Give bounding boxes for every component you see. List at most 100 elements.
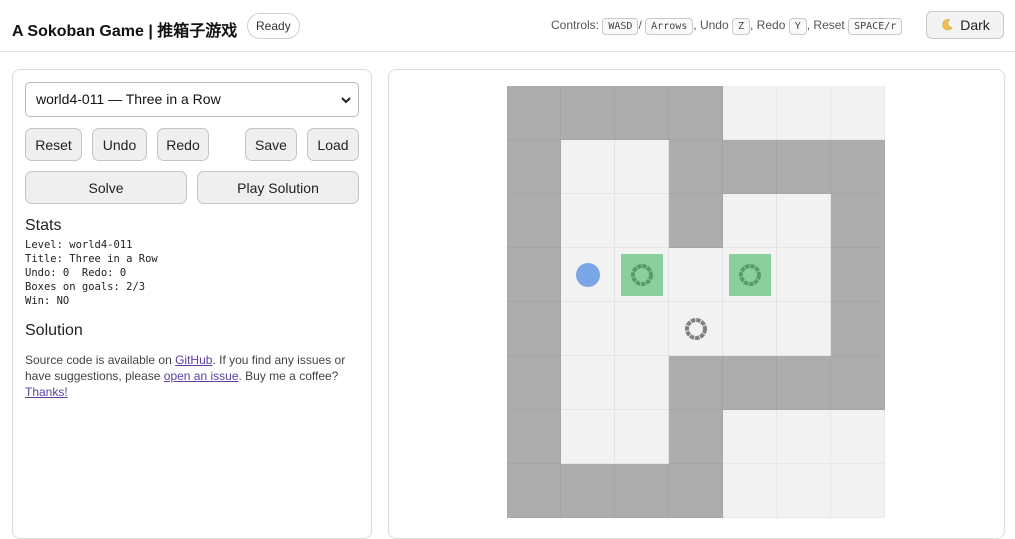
open-issue-link[interactable]: open an issue xyxy=(164,369,239,383)
controls-label: Controls: xyxy=(551,18,600,32)
floor-cell xyxy=(615,140,669,194)
wall-cell xyxy=(669,86,723,140)
outside-cell xyxy=(777,410,831,464)
wall-cell xyxy=(669,356,723,410)
outside-cell xyxy=(777,464,831,518)
wall-cell xyxy=(723,356,777,410)
load-button[interactable]: Load xyxy=(307,128,359,161)
undo-button[interactable]: Undo xyxy=(92,128,147,161)
wall-cell xyxy=(615,86,669,140)
outside-cell xyxy=(723,86,777,140)
goal-ring-icon xyxy=(631,264,653,286)
floor-cell xyxy=(561,194,615,248)
key-reset: SPACE/r xyxy=(848,18,903,35)
stats-line: Level: world4-011 xyxy=(25,239,133,251)
outside-cell xyxy=(831,464,885,518)
key-redo: Y xyxy=(788,18,807,35)
wall-cell xyxy=(561,464,615,518)
key-wasd: WASD xyxy=(602,18,639,35)
level-select[interactable]: world4-011 — Three in a Row xyxy=(25,82,359,117)
redo-button[interactable]: Redo xyxy=(157,128,209,161)
github-link[interactable]: GitHub xyxy=(175,353,212,367)
floor-cell xyxy=(561,410,615,464)
stats-line: Boxes on goals: 2/3 xyxy=(25,281,146,293)
key-undo: Z xyxy=(731,18,751,35)
floor-cell xyxy=(723,248,777,302)
wall-cell xyxy=(831,302,885,356)
floor-cell xyxy=(723,194,777,248)
floor-cell xyxy=(777,194,831,248)
app-header: A Sokoban Game | 推箱子游戏 Ready Controls: W… xyxy=(0,0,1015,52)
wall-cell xyxy=(507,464,561,518)
floor-cell xyxy=(615,410,669,464)
control-panel: world4-011 — Three in a Row Reset Undo R… xyxy=(12,69,372,539)
theme-button-label: Dark xyxy=(960,17,990,33)
board-panel xyxy=(388,69,1005,539)
wall-cell xyxy=(831,194,885,248)
reset-button[interactable]: Reset xyxy=(25,128,82,161)
floor-cell xyxy=(669,248,723,302)
about-text: Source code is available on GitHub. If y… xyxy=(25,352,355,400)
app-title: A Sokoban Game | 推箱子游戏 xyxy=(12,23,238,40)
wall-cell xyxy=(507,410,561,464)
goal-ring-icon xyxy=(685,318,707,340)
wall-cell xyxy=(723,140,777,194)
floor-cell xyxy=(615,194,669,248)
outside-cell xyxy=(723,464,777,518)
wall-cell xyxy=(507,248,561,302)
key-arrows: Arrows xyxy=(645,18,694,35)
wall-cell xyxy=(831,356,885,410)
undo-hint-label: , Undo xyxy=(693,18,729,32)
outside-cell xyxy=(777,86,831,140)
thanks-link[interactable]: Thanks! xyxy=(25,385,68,399)
wall-cell xyxy=(507,86,561,140)
floor-cell xyxy=(615,302,669,356)
about-text-part: . Buy me a coffee? xyxy=(238,369,339,383)
floor-cell xyxy=(777,248,831,302)
floor-cell xyxy=(777,302,831,356)
outside-cell xyxy=(831,86,885,140)
wall-cell xyxy=(831,140,885,194)
wall-cell xyxy=(507,140,561,194)
floor-cell xyxy=(561,302,615,356)
wall-cell xyxy=(777,140,831,194)
floor-cell xyxy=(615,356,669,410)
floor-cell xyxy=(561,356,615,410)
floor-cell xyxy=(615,248,669,302)
theme-toggle-button[interactable]: Dark xyxy=(926,11,1004,39)
controls-separator: / xyxy=(638,18,642,32)
stats-heading: Stats xyxy=(25,217,62,234)
save-button[interactable]: Save xyxy=(245,128,297,161)
floor-cell xyxy=(561,248,615,302)
wall-cell xyxy=(831,248,885,302)
wall-cell xyxy=(507,194,561,248)
solution-heading: Solution xyxy=(25,322,83,339)
outside-cell xyxy=(831,410,885,464)
stats-line: Win: NO xyxy=(25,295,70,307)
player-token xyxy=(576,263,600,287)
redo-hint-label: , Redo xyxy=(750,18,786,32)
play-solution-button[interactable]: Play Solution xyxy=(197,171,359,204)
about-text-part: Source code is available on xyxy=(25,353,176,367)
moon-icon xyxy=(942,19,953,31)
wall-cell xyxy=(507,302,561,356)
goal-ring-icon xyxy=(739,264,761,286)
wall-cell xyxy=(777,356,831,410)
floor-cell xyxy=(669,302,723,356)
wall-cell xyxy=(669,194,723,248)
stats-list: Level: world4-011 Title: Three in a Row Un… xyxy=(25,238,158,308)
floor-cell xyxy=(723,302,777,356)
wall-cell xyxy=(669,140,723,194)
solve-button[interactable]: Solve xyxy=(25,171,187,204)
level-select-value: world4-011 — Three in a Row xyxy=(36,91,221,107)
wall-cell xyxy=(561,86,615,140)
wall-cell xyxy=(507,356,561,410)
controls-help: Controls: WASD / Arrows, Undo Z, Redo Y, … xyxy=(551,18,903,35)
outside-cell xyxy=(723,410,777,464)
wall-cell xyxy=(615,464,669,518)
game-board[interactable] xyxy=(507,86,885,518)
chevron-down-icon xyxy=(341,97,351,104)
wall-cell xyxy=(669,464,723,518)
reset-hint-label: , Reset xyxy=(806,18,845,32)
status-badge: Ready xyxy=(247,13,300,39)
